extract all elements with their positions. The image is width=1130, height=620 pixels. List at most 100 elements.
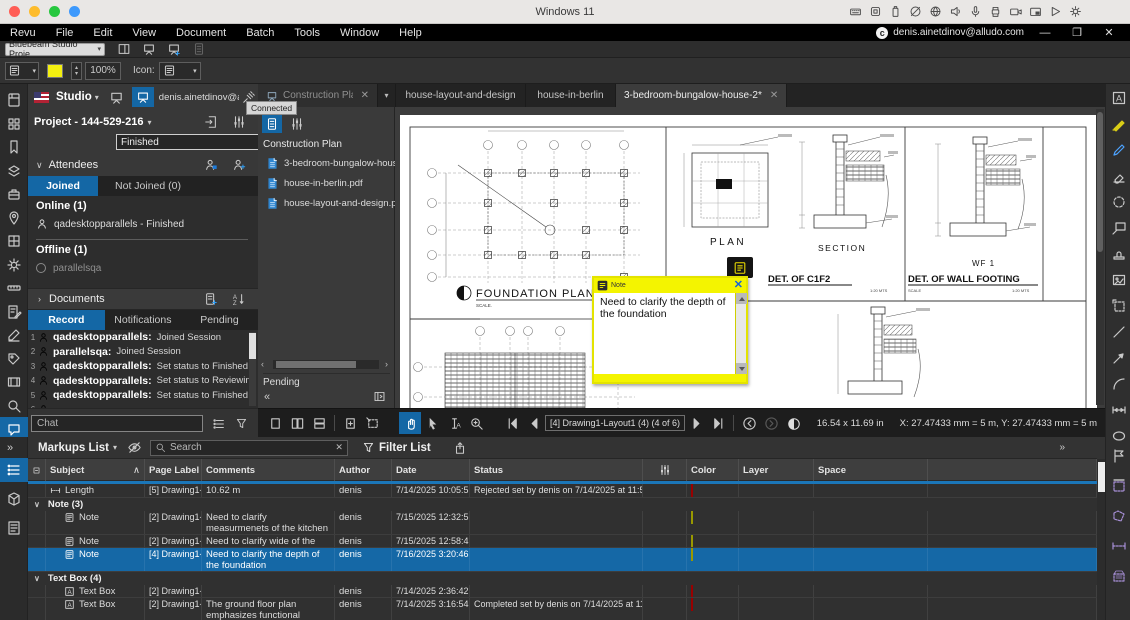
menu-help[interactable]: Help [389, 27, 432, 39]
color-swatch-button[interactable] [47, 64, 63, 78]
note-popup-header[interactable]: Note ✕ [594, 278, 746, 293]
menu-batch[interactable]: Batch [236, 27, 284, 39]
color-swatch[interactable] [691, 598, 693, 611]
markup-row-Note[interactable]: Note[2] Drawing1-L...Need to clarify wid… [28, 535, 1097, 548]
scroll-down-icon[interactable] [736, 363, 747, 374]
tab-house-layout[interactable]: house-layout-and-design [396, 84, 526, 107]
col-subject[interactable]: Subject∧ [46, 459, 145, 481]
person-add-icon[interactable] [232, 158, 246, 172]
markup-style-dropdown[interactable]: ▾ [5, 62, 39, 80]
tool-line[interactable] [1106, 320, 1130, 344]
sidebar-tab-thumbnails[interactable] [0, 112, 28, 136]
group-row-Text Box (4)[interactable]: ∨Text Box (4) [28, 572, 1097, 585]
nav-forward[interactable] [760, 412, 782, 434]
nav-page-double[interactable] [286, 412, 308, 434]
offline-user-row[interactable]: parallelsqa [36, 261, 101, 275]
color-swatch[interactable] [691, 585, 693, 597]
person-lock-icon[interactable] [204, 158, 218, 172]
note-popup-text[interactable]: Need to clarify the depth of the foundat… [594, 293, 746, 320]
tool-arc[interactable] [1106, 372, 1130, 396]
keyboard-icon[interactable] [849, 5, 862, 18]
panel-tab-markups-list[interactable] [0, 458, 28, 482]
tab-joined[interactable]: Joined [28, 176, 98, 196]
group-row-Note (3)[interactable]: ∨Note (3) [28, 498, 1097, 511]
scroll-right-icon[interactable]: › [385, 359, 388, 369]
sidebar-tab-spaces[interactable] [0, 206, 28, 230]
scrollbar-thumb[interactable] [1097, 112, 1103, 252]
sidebar-tab-toolbox[interactable] [0, 182, 28, 206]
minimize-button[interactable]: — [1034, 27, 1056, 39]
search-input[interactable]: Search ✕ [150, 440, 348, 456]
nav-page-add[interactable] [339, 412, 361, 434]
tool-textbox[interactable]: A [1106, 86, 1130, 110]
col-page-label[interactable]: Page Label [145, 459, 202, 481]
collapse-caret-icon[interactable]: ∨ [34, 574, 40, 583]
tool-image[interactable] [1106, 268, 1130, 292]
markup-row-Length Measurement[interactable]: Length Measurement[5] Drawing1-L...10.62… [28, 484, 1097, 498]
tab-not-joined[interactable]: Not Joined (0) [98, 176, 198, 196]
sidebar-tab-search[interactable] [0, 394, 28, 418]
session-panel-icon[interactable] [109, 90, 124, 105]
studio-title[interactable]: Studio [56, 91, 92, 103]
tab-active-bungalow[interactable]: 3-bedroom-bungalow-house-2* ✕ [616, 84, 787, 107]
nav-last-page[interactable] [707, 412, 729, 434]
col-date[interactable]: Date [392, 459, 470, 481]
sidebar-tab-settings[interactable] [0, 253, 28, 277]
opacity-value[interactable]: 100% [85, 62, 121, 80]
sidebar-tab-signature[interactable] [0, 323, 28, 347]
nav-next-page[interactable] [685, 412, 707, 434]
color-swatch[interactable] [691, 535, 693, 547]
col-settings[interactable] [643, 459, 687, 481]
note-markup-icon[interactable] [727, 257, 753, 278]
close-icon[interactable]: ✕ [734, 280, 743, 291]
filter-icon[interactable] [235, 417, 248, 430]
sidebar-tab-bookmarks[interactable] [0, 135, 28, 159]
nav-back[interactable] [738, 412, 760, 434]
speaker-icon[interactable] [949, 5, 962, 18]
panel-tab-model[interactable] [0, 487, 28, 511]
tool-snapshot[interactable] [1106, 294, 1130, 318]
sidebar-tab-markup-summary[interactable] [0, 300, 28, 324]
contrast-icon[interactable] [787, 417, 801, 431]
canvas-scrollbar[interactable] [1096, 109, 1104, 405]
add-document-icon[interactable] [204, 292, 218, 306]
network-slash-icon[interactable] [909, 5, 922, 18]
sidebar-tab-media[interactable] [0, 370, 28, 394]
tool-measure-area[interactable] [1106, 504, 1130, 528]
document-icon[interactable] [192, 42, 206, 56]
tool-pen[interactable] [1106, 138, 1130, 162]
filter-list-button[interactable]: Filter List [379, 442, 431, 454]
session-file-3-bedroom-bungalow-house.pdf[interactable]: 3-bedroom-bungalow-house.pdf [258, 153, 395, 173]
tab-pending[interactable]: Pending [181, 310, 258, 330]
col-comments[interactable]: Comments [202, 459, 335, 481]
camera-icon[interactable] [1009, 5, 1022, 18]
nav-page-single[interactable] [264, 412, 286, 434]
session-filter-icon[interactable] [290, 117, 304, 131]
menu-file[interactable]: File [46, 27, 84, 39]
tool-stamp[interactable] [1106, 242, 1130, 266]
scrollbar-thumb[interactable] [276, 361, 356, 368]
page-field[interactable]: [4] Drawing1-Layout1 (4) (4 of 6) [545, 415, 685, 431]
tab-list-dropdown[interactable]: ▾ [378, 84, 396, 107]
tool-measure-volume[interactable] [1106, 564, 1130, 588]
select-all-checkbox[interactable] [28, 459, 46, 481]
nav-select[interactable] [421, 412, 443, 434]
clear-search-icon[interactable]: ✕ [335, 442, 343, 453]
session-file-house-layout-and-design.pdf[interactable]: house-layout-and-design.pdf [258, 193, 395, 213]
tool-callout[interactable] [1106, 216, 1130, 240]
menu-window[interactable]: Window [330, 27, 389, 39]
h-scrollbar[interactable] [273, 360, 379, 369]
panel-tab-summary[interactable] [0, 516, 28, 540]
pip-icon[interactable] [1029, 5, 1042, 18]
session-join-icon[interactable] [142, 42, 156, 56]
collapse-caret-icon[interactable]: ∨ [34, 500, 40, 509]
tool-arrow[interactable] [1106, 346, 1130, 370]
tool-cloud[interactable] [1106, 190, 1130, 214]
nav-pan[interactable] [399, 412, 421, 434]
nav-first-page[interactable] [501, 412, 523, 434]
usb-icon[interactable] [889, 5, 902, 18]
col-author[interactable]: Author [335, 459, 392, 481]
tool-eraser[interactable] [1106, 164, 1130, 188]
col-space[interactable]: Space [814, 459, 928, 481]
sidebar-tab-links[interactable] [0, 229, 28, 253]
